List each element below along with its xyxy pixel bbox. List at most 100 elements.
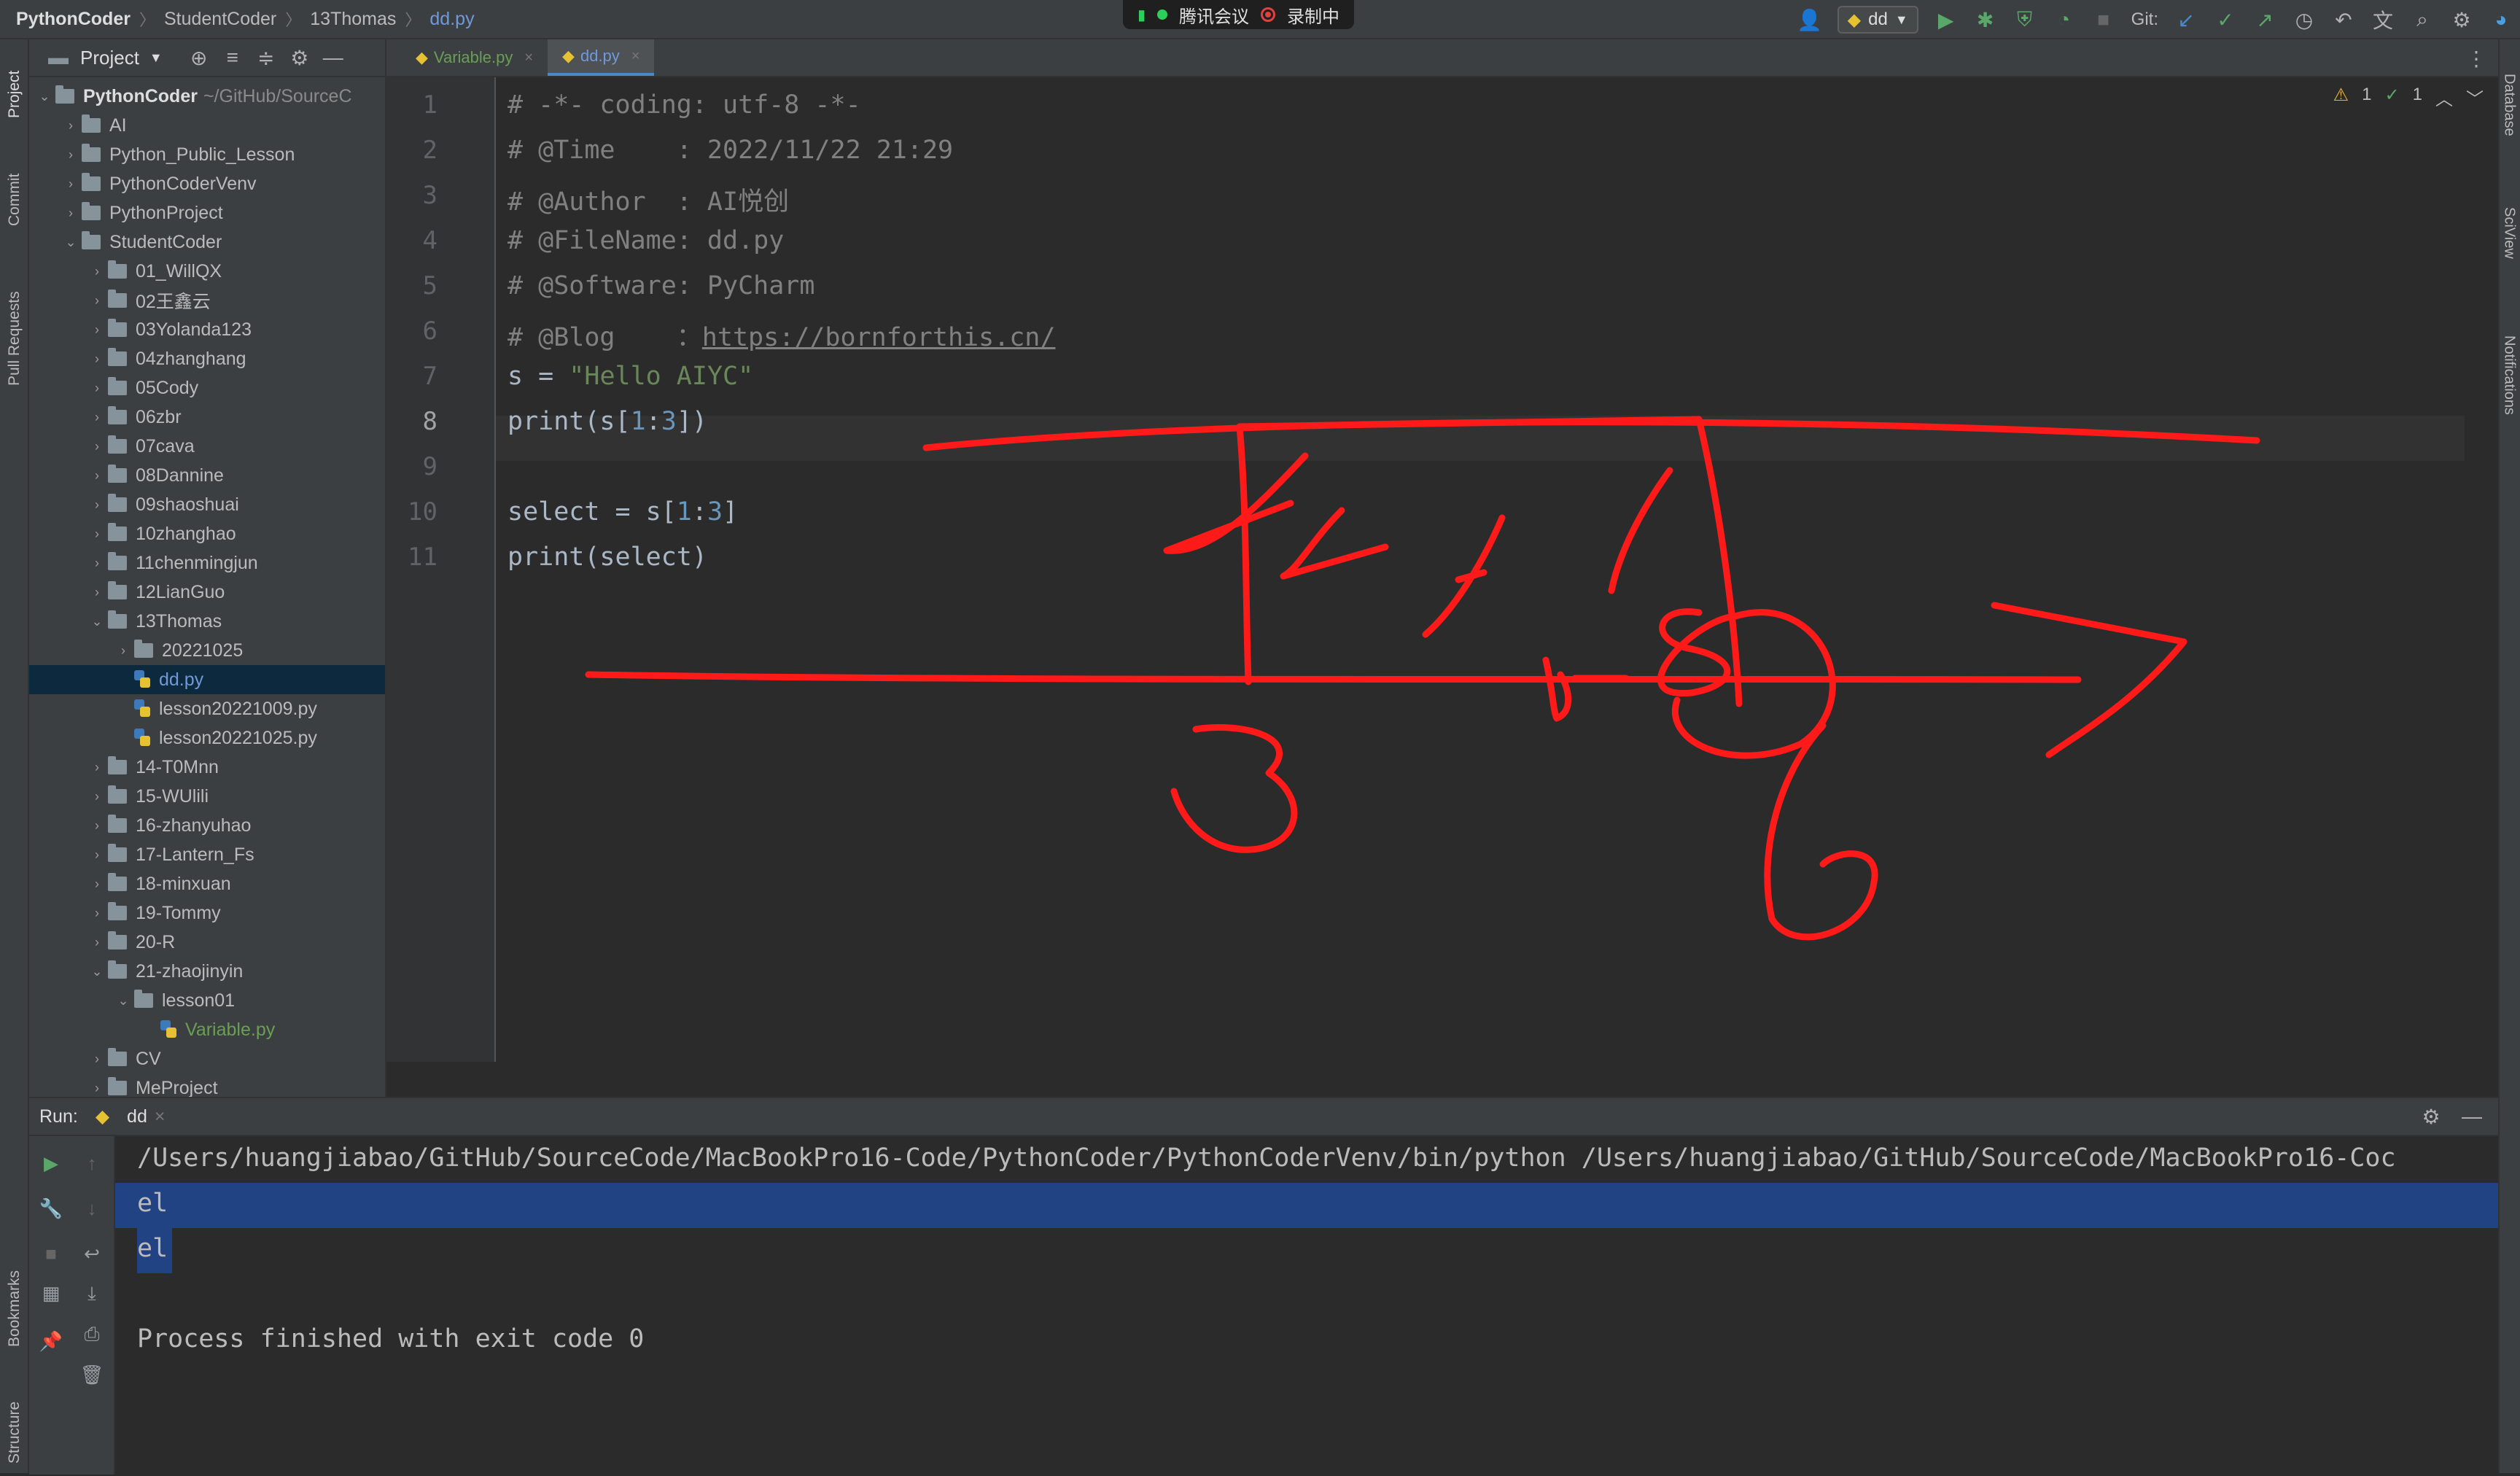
breadcrumb-studentcoder[interactable]: StudentCoder [164, 9, 276, 30]
trash-icon[interactable]: 🗑 [77, 1364, 106, 1386]
tree-folder-item[interactable]: › 03Yolanda123 [29, 315, 385, 344]
translate-icon[interactable]: 文 [2371, 8, 2395, 32]
chevron-down-icon[interactable]: ⌄ [86, 614, 108, 629]
output-line[interactable]: el [137, 1189, 168, 1218]
tree-file-item[interactable]: Variable.py [29, 1015, 385, 1044]
code-line[interactable]: select = s[1:3] [508, 497, 738, 527]
tree-folder-item[interactable]: › 01_WillQX [29, 257, 385, 286]
code-line[interactable]: # @Blog ：https://bornforthis.cn/ [508, 316, 1055, 354]
chevron-right-icon[interactable]: › [86, 439, 108, 454]
chevron-right-icon[interactable]: › [86, 1081, 108, 1096]
chevron-right-icon[interactable]: › [86, 381, 108, 396]
tree-folder-item[interactable]: › PythonCoderVenv [29, 169, 385, 198]
chevron-right-icon[interactable]: › [86, 264, 108, 279]
tree-folder-item[interactable]: › PythonProject [29, 198, 385, 228]
close-icon[interactable]: × [631, 48, 640, 65]
close-icon[interactable]: × [524, 50, 533, 66]
chevron-right-icon[interactable]: › [86, 818, 108, 834]
coverage-icon[interactable]: ⛨ [2013, 8, 2037, 31]
tree-folder-item[interactable]: ⌄ lesson01 [29, 986, 385, 1015]
chevron-right-icon[interactable]: › [86, 935, 108, 950]
git-commit-icon[interactable]: ✓ [2214, 8, 2237, 31]
tree-folder-item[interactable]: ⌄ 21-zhaojinyin [29, 957, 385, 986]
chevron-right-icon[interactable]: › [60, 147, 82, 163]
chevron-right-icon[interactable]: › [112, 643, 134, 659]
tree-folder-item[interactable]: ⌄ StudentCoder [29, 228, 385, 257]
close-icon[interactable]: × [155, 1106, 166, 1127]
tab-dd-py[interactable]: ◆ dd.py × [548, 39, 655, 76]
tree-folder-item[interactable]: › 09shaoshuai [29, 490, 385, 519]
tree-folder-item[interactable]: › 14-T0Mnn [29, 753, 385, 782]
expand-all-icon[interactable]: ≡ [221, 46, 244, 69]
chevron-right-icon[interactable]: › [86, 877, 108, 892]
locate-icon[interactable]: ⊕ [187, 46, 211, 69]
run-icon[interactable]: ▶ [1934, 8, 1958, 31]
code-line[interactable]: s = "Hello AIYC" [508, 362, 753, 391]
output-line[interactable]: el [137, 1234, 168, 1263]
stop-icon[interactable]: ■ [2092, 8, 2115, 31]
run-tab-label[interactable]: dd [127, 1106, 147, 1127]
wrench-icon[interactable]: 🔧 [36, 1197, 66, 1220]
tree-folder-item[interactable]: › 06zbr [29, 403, 385, 432]
tree-folder-item[interactable]: › 19-Tommy [29, 898, 385, 928]
code-line[interactable]: # @FileName: dd.py [508, 226, 784, 255]
tree-folder-item[interactable]: › 20-R [29, 928, 385, 957]
tree-folder-item[interactable]: › 07cava [29, 432, 385, 461]
code-line[interactable]: print(select) [508, 543, 707, 572]
code-line[interactable]: # -*- coding: utf-8 -*- [508, 90, 861, 120]
code-line[interactable]: # @Author : AI悦创 [508, 181, 789, 218]
chevron-right-icon[interactable]: › [86, 468, 108, 483]
hide-icon[interactable]: — [322, 46, 345, 69]
collapse-all-icon[interactable]: ≑ [254, 46, 278, 69]
tree-folder-item[interactable]: › 08Dannine [29, 461, 385, 490]
tool-tab-sciview[interactable]: SciView [2498, 178, 2520, 287]
chevron-right-icon[interactable]: › [86, 527, 108, 542]
tool-tab-project[interactable]: Project [1, 47, 28, 141]
history-icon[interactable]: ◷ [2292, 8, 2316, 31]
chevron-down-icon[interactable]: ⌄ [112, 993, 134, 1009]
gear-icon[interactable]: ⚙ [2419, 1105, 2443, 1128]
tree-folder-item[interactable]: › 16-zhanyuhao [29, 811, 385, 840]
git-push-icon[interactable]: ↗ [2253, 8, 2276, 31]
more-icon[interactable]: ⋮ [2465, 47, 2488, 70]
tree-folder-item[interactable]: › CV [29, 1044, 385, 1073]
layout-icon[interactable]: ▦ [36, 1282, 66, 1305]
soft-wrap-icon[interactable]: ↩ [77, 1243, 106, 1265]
rollback-icon[interactable]: ↶ [2332, 8, 2355, 31]
chevron-right-icon[interactable]: › [60, 206, 82, 221]
tree-folder-item[interactable]: › 12LianGuo [29, 578, 385, 607]
down-icon[interactable]: ↓ [77, 1197, 106, 1220]
scroll-end-icon[interactable]: ⤓ [77, 1282, 106, 1305]
rerun-icon[interactable]: ▶ [36, 1152, 66, 1175]
tree-folder-item[interactable]: › 11chenmingjun [29, 548, 385, 578]
search-icon[interactable]: ⌕ [2411, 8, 2434, 31]
chevron-right-icon[interactable]: › [86, 322, 108, 338]
git-update-icon[interactable]: ↙ [2174, 8, 2198, 31]
chevron-down-icon[interactable]: ﹀ [2466, 85, 2484, 110]
tree-file-item[interactable]: lesson20221025.py [29, 723, 385, 753]
tree-folder-item[interactable]: ⌄ 13Thomas [29, 607, 385, 636]
pin-icon[interactable]: 📌 [36, 1330, 66, 1353]
chevron-right-icon[interactable]: › [86, 1052, 108, 1067]
chevron-down-icon[interactable]: ⌄ [60, 235, 82, 250]
chevron-right-icon[interactable]: › [86, 556, 108, 571]
project-panel-title[interactable]: Project [80, 47, 139, 69]
tool-tab-pull-requests[interactable]: Pull Requests [1, 265, 28, 411]
debug-icon[interactable]: ✱ [1974, 8, 1997, 31]
tree-folder-item[interactable]: › 04zhanghang [29, 344, 385, 373]
chevron-right-icon[interactable]: › [60, 176, 82, 192]
inspection-widget[interactable]: ⚠ 1 ✓ 1 ︿ ﹀ [2333, 85, 2484, 110]
code-line[interactable]: print(s[1:3]) [508, 407, 707, 436]
code-line[interactable]: # @Software: PyCharm [508, 271, 814, 300]
tool-tab-bookmarks[interactable]: Bookmarks [1, 1250, 28, 1367]
breadcrumb-13thomas[interactable]: 13Thomas [310, 9, 396, 30]
chevron-right-icon[interactable]: › [86, 760, 108, 775]
chevron-right-icon[interactable]: › [86, 585, 108, 600]
chevron-right-icon[interactable]: › [60, 118, 82, 133]
tree-folder-item[interactable]: › AI [29, 111, 385, 140]
chevron-down-icon[interactable]: ⌄ [86, 964, 108, 979]
run-command[interactable]: /Users/huangjiabao/GitHub/SourceCode/Mac… [137, 1143, 2396, 1173]
tree-file-item[interactable]: dd.py [29, 665, 385, 694]
exit-message[interactable]: Process finished with exit code 0 [137, 1324, 644, 1353]
print-icon[interactable]: ⎙ [77, 1323, 106, 1346]
